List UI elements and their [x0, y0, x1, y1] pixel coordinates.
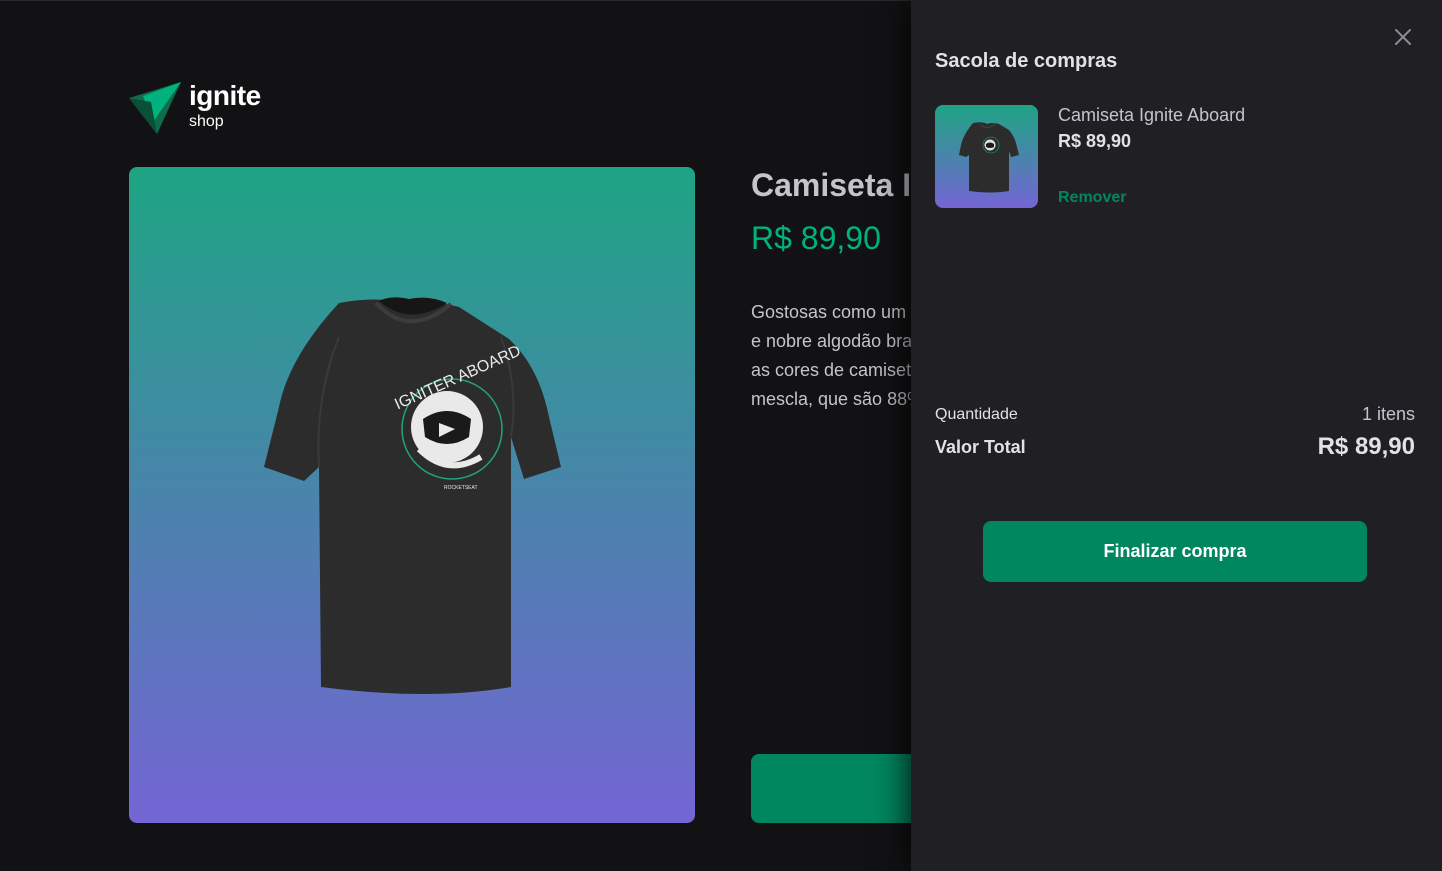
close-icon[interactable] [1394, 28, 1412, 46]
logo-subtitle: shop [189, 113, 224, 130]
product-page: ignite shop IGNITER ABOARD ROCKETSEAT Ca… [0, 0, 1442, 871]
remove-item-button[interactable]: Remover [1058, 189, 1126, 207]
quantity-label: Quantidade [935, 405, 1018, 423]
ignite-shop-logo[interactable]: ignite shop [129, 82, 261, 134]
quantity-row: Quantidade 1 itens [935, 404, 1415, 425]
logo-text: ignite shop [189, 82, 261, 130]
cart-drawer: Sacola de compras Camiseta Ignite Aboard… [911, 0, 1442, 871]
cart-summary: Quantidade 1 itens Valor Total R$ 89,90 [935, 404, 1415, 461]
total-value: R$ 89,90 [1317, 433, 1415, 460]
tshirt-image: IGNITER ABOARD ROCKETSEAT [264, 297, 561, 694]
cart-title: Sacola de compras [935, 50, 1118, 72]
cart-item-thumbnail [935, 105, 1038, 208]
ignite-logo-icon [129, 82, 181, 134]
product-image: IGNITER ABOARD ROCKETSEAT [129, 167, 695, 823]
cart-item: Camiseta Ignite Aboard R$ 89,90 Remover [935, 105, 1415, 209]
logo-title: ignite [189, 80, 261, 111]
quantity-value: 1 itens [1361, 404, 1415, 424]
cart-item-name: Camiseta Ignite Aboard [1058, 105, 1246, 125]
print-small-text: ROCKETSEAT [444, 485, 478, 491]
checkout-button[interactable]: Finalizar compra [983, 521, 1367, 582]
cart-item-price: R$ 89,90 [1058, 131, 1132, 151]
total-label: Valor Total [935, 436, 1026, 457]
total-row: Valor Total R$ 89,90 [935, 433, 1415, 461]
tshirt-thumbnail-image [959, 122, 1019, 193]
